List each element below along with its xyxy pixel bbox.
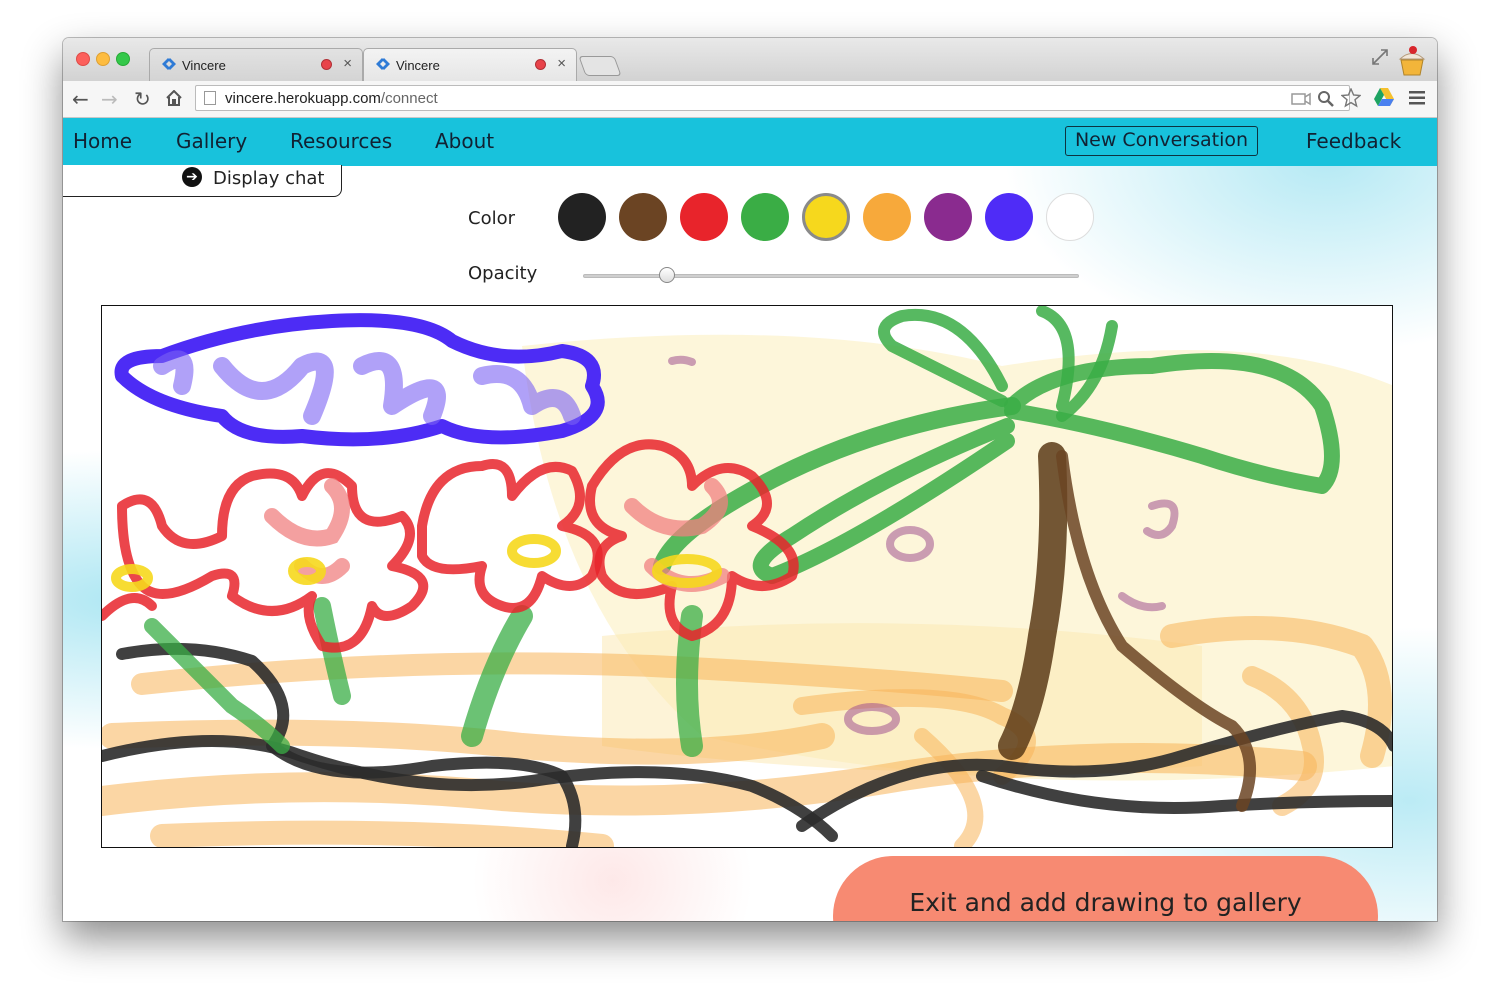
nav-resources-link[interactable]: Resources [290, 129, 392, 153]
web-page: Home Gallery Resources About New Convers… [63, 118, 1437, 921]
color-swatch[interactable] [619, 193, 667, 241]
zoom-icon[interactable] [1317, 90, 1335, 108]
browser-toolbar: ← → ↻ vincere.herokuapp.com/connect [63, 81, 1437, 118]
recording-icon [535, 59, 546, 70]
zoom-window-button[interactable] [116, 52, 130, 66]
url-path: /connect [380, 90, 438, 107]
nav-feedback-link[interactable]: Feedback [1306, 129, 1401, 153]
profile-cupcake-icon[interactable] [1395, 42, 1429, 78]
bookmark-star-icon[interactable] [1341, 88, 1361, 108]
color-swatch[interactable] [924, 193, 972, 241]
drawing-canvas[interactable] [101, 305, 1393, 848]
color-label: Color [468, 208, 515, 229]
drawing [102, 306, 1392, 847]
exit-add-to-gallery-button[interactable]: Exit and add drawing to gallery [833, 856, 1378, 921]
opacity-slider-handle[interactable] [659, 267, 676, 283]
browser-tab-1[interactable]: Vincere × [149, 48, 363, 81]
tab-strip: Vincere × Vincere × [63, 38, 1437, 81]
color-swatch[interactable] [680, 193, 728, 241]
nav-home-link[interactable]: Home [73, 129, 132, 153]
close-window-button[interactable] [76, 52, 90, 66]
forward-arrow-icon[interactable]: → [101, 87, 118, 111]
display-chat-label: Display chat [213, 168, 325, 189]
browser-window: Vincere × Vincere × ← → ↻ vincere.heroku… [63, 38, 1437, 921]
color-swatch[interactable] [985, 193, 1033, 241]
arrow-circle-right-icon: ➔ [182, 167, 202, 187]
color-swatch[interactable] [741, 193, 789, 241]
browser-tab-2[interactable]: Vincere × [363, 48, 577, 81]
color-swatch[interactable] [1046, 193, 1094, 241]
fullscreen-icon[interactable] [1371, 48, 1389, 66]
new-tab-button[interactable] [578, 56, 622, 76]
color-swatch[interactable] [802, 193, 850, 241]
url-text: vincere.herokuapp.com/connect [225, 90, 438, 107]
close-tab-icon[interactable]: × [343, 55, 352, 72]
nav-gallery-link[interactable]: Gallery [176, 129, 247, 153]
tab-title: Vincere [396, 58, 440, 73]
display-chat-button[interactable]: ➔ Display chat [63, 165, 342, 197]
new-conversation-button[interactable]: New Conversation [1065, 126, 1258, 156]
vincere-favicon-icon [376, 58, 390, 70]
camera-blocked-icon[interactable] [1291, 92, 1311, 106]
opacity-slider[interactable] [583, 274, 1079, 278]
reload-icon[interactable]: ↻ [134, 87, 151, 111]
google-drive-icon[interactable] [1373, 87, 1395, 107]
minimize-window-button[interactable] [96, 52, 110, 66]
color-swatch[interactable] [863, 193, 911, 241]
back-arrow-icon[interactable]: ← [72, 87, 89, 111]
color-swatch[interactable] [558, 193, 606, 241]
menu-icon[interactable] [1409, 91, 1425, 105]
close-tab-icon[interactable]: × [557, 55, 566, 72]
url-host: vincere.herokuapp.com [225, 90, 381, 107]
opacity-label: Opacity [468, 263, 538, 284]
home-icon[interactable] [166, 90, 182, 106]
nav-about-link[interactable]: About [435, 129, 494, 153]
site-navbar: Home Gallery Resources About New Convers… [63, 118, 1437, 166]
tab-title: Vincere [182, 58, 226, 73]
exit-button-label: Exit and add drawing to gallery [909, 888, 1302, 917]
address-bar[interactable]: vincere.herokuapp.com/connect [195, 85, 1361, 111]
vincere-favicon-icon [162, 58, 176, 70]
page-icon [204, 91, 216, 105]
recording-icon [321, 59, 332, 70]
